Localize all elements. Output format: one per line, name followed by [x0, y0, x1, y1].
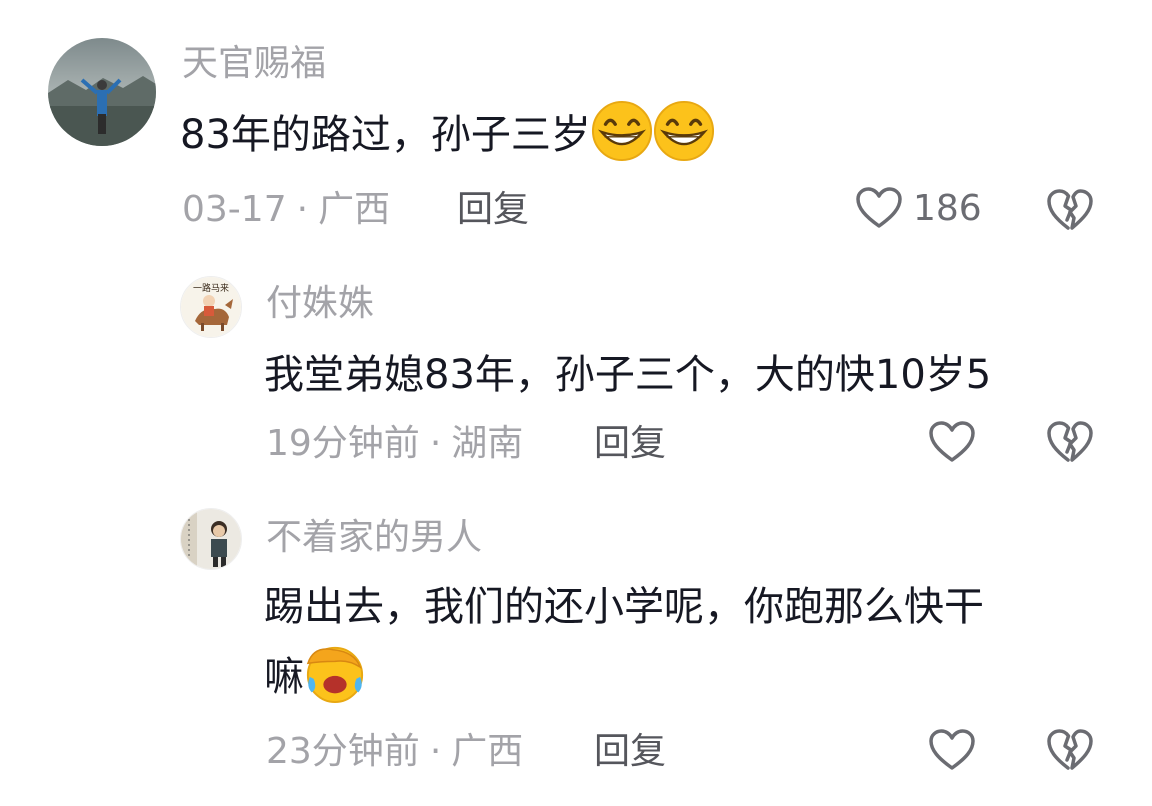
comment-text: 我堂弟媳83年，孙子三个，大的快10岁5 [264, 352, 992, 398]
broken-heart-icon [1047, 421, 1093, 462]
dislike-button[interactable] [1046, 728, 1094, 776]
comment-meta: 23分钟前 · 广西 [266, 732, 523, 772]
like-button[interactable] [928, 420, 976, 464]
comment-username[interactable]: 付姝姝 [266, 284, 374, 324]
heart-icon [929, 729, 975, 770]
comment-username[interactable]: 不着家的男人 [266, 518, 482, 558]
grinning-face-icon [653, 100, 714, 162]
comment-location: 广西 [451, 731, 524, 772]
avatar-image: 一路马来 [181, 277, 241, 337]
comment-text-content: 83年的路过，孙子三岁 [180, 112, 591, 158]
comment-date: 03-17 [182, 189, 287, 230]
reply-button[interactable]: 回复 [457, 190, 529, 230]
avatar-image [48, 38, 156, 146]
comment-text-content: 嘛 [264, 654, 304, 700]
like-button[interactable] [928, 728, 976, 772]
avatar[interactable] [180, 508, 242, 570]
comment-location: 广西 [318, 189, 391, 230]
like-count: 186 [913, 187, 982, 229]
broken-heart-icon [1047, 729, 1093, 770]
comment-meta: 19分钟前 · 湖南 [266, 424, 523, 464]
grinning-face-icon [591, 100, 652, 162]
comment-text-line: 嘛 [264, 642, 984, 712]
avatar[interactable] [48, 38, 156, 146]
like-button[interactable]: 186 [855, 186, 982, 230]
comment-location: 湖南 [451, 423, 524, 464]
heart-icon [856, 187, 902, 228]
meta-separator: · [296, 189, 309, 230]
dislike-button[interactable] [1046, 420, 1094, 468]
reply-button[interactable]: 回复 [594, 424, 666, 464]
avatar-image [181, 509, 241, 569]
comment-meta: 03-17 · 广西 [182, 190, 390, 230]
meta-separator: · [429, 731, 442, 772]
comment-text-line: 踢出去，我们的还小学呢，你跑那么快干 [264, 584, 984, 630]
broken-heart-icon [1047, 189, 1093, 230]
avatar-text: 一路马来 [193, 282, 229, 294]
comment-date: 23分钟前 [266, 731, 420, 772]
comment-username[interactable]: 天官赐福 [182, 44, 326, 84]
avatar[interactable]: 一路马来 [180, 276, 242, 338]
dislike-button[interactable] [1046, 188, 1094, 236]
comment-text: 83年的路过，孙子三岁 [180, 100, 715, 170]
comment-date: 19分钟前 [266, 423, 420, 464]
heart-icon [929, 421, 975, 462]
facepalm-crying-face-icon [306, 646, 364, 704]
comment-text: 踢出去，我们的还小学呢，你跑那么快干 嘛 [264, 572, 984, 712]
reply-button[interactable]: 回复 [594, 732, 666, 772]
meta-separator: · [429, 423, 442, 464]
